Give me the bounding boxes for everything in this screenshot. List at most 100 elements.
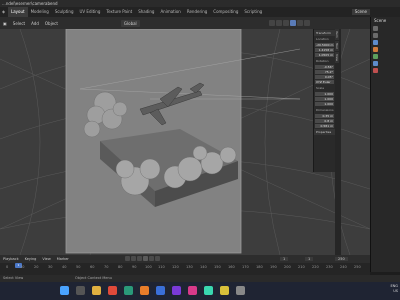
properties-section-header[interactable]: Properties — [314, 129, 335, 135]
timeline-tick: 0 — [6, 265, 9, 269]
location-z-field[interactable]: 1.0505 m — [315, 53, 334, 57]
timeline-tick: 110 — [158, 265, 165, 269]
timeline-view-menu[interactable]: View — [39, 257, 53, 261]
dimensions-label: Dimensions — [316, 108, 334, 112]
app-icon[interactable] — [172, 286, 181, 295]
tab-uv-editing[interactable]: UV Editing — [77, 7, 104, 17]
file-explorer-icon[interactable] — [92, 286, 101, 295]
timeline-tick: 190 — [270, 265, 277, 269]
app-icon[interactable] — [236, 286, 245, 295]
timeline-tick: 60 — [90, 265, 95, 269]
output-properties-icon[interactable] — [373, 33, 378, 38]
app-icon[interactable] — [156, 286, 165, 295]
scale-x-field[interactable]: 1.000 — [315, 92, 334, 96]
rotation-x-field[interactable]: -0.56° — [315, 65, 334, 69]
blender-icon[interactable] — [140, 286, 149, 295]
jump-start-icon[interactable] — [125, 256, 130, 261]
timeline-tick: 230 — [326, 265, 333, 269]
menu-object[interactable]: Object — [42, 21, 61, 26]
status-select: Select View — [3, 276, 24, 280]
tab-scripting[interactable]: Scripting — [241, 7, 265, 17]
timeline[interactable]: 1 0 10 20 30 40 50 60 70 80 90 100 110 1… — [0, 263, 370, 275]
tab-item[interactable]: Item — [335, 29, 339, 40]
system-tray[interactable]: ENG US — [390, 284, 398, 294]
menu-add[interactable]: Add — [28, 21, 42, 26]
menu-select[interactable]: Select — [10, 21, 28, 26]
overlay-icon[interactable] — [269, 20, 275, 26]
chrome-icon[interactable] — [108, 286, 117, 295]
rendered-shading-icon[interactable] — [304, 20, 310, 26]
dimensions-x-field[interactable]: 0.35 m — [315, 114, 334, 118]
timeline-tick: 150 — [214, 265, 221, 269]
tab-sculpting[interactable]: Sculpting — [52, 7, 77, 17]
tab-layout[interactable]: Layout — [8, 7, 28, 17]
location-label: Location — [316, 37, 329, 41]
tab-rendering[interactable]: Rendering — [184, 7, 210, 17]
windows-taskbar: ENG US — [0, 282, 400, 300]
sidebar-n-panel: Transform Location -20.5000 m 1.4158 m 1… — [313, 29, 335, 172]
wireframe-shading-icon[interactable] — [283, 20, 289, 26]
tab-view[interactable]: View — [335, 51, 339, 63]
modifier-properties-icon[interactable] — [373, 61, 378, 66]
tab-tool[interactable]: Tool — [335, 40, 339, 51]
play-reverse-icon[interactable] — [137, 256, 142, 261]
prev-keyframe-icon[interactable] — [131, 256, 136, 261]
edge-icon[interactable] — [124, 286, 133, 295]
xray-icon[interactable] — [276, 20, 282, 26]
scene-properties-icon[interactable] — [373, 40, 378, 45]
dimensions-y-field[interactable]: 0.8 m — [315, 119, 334, 123]
timeline-tick: 180 — [256, 265, 263, 269]
status-bar: Select View Object Context Menu — [0, 275, 400, 282]
timeline-tick: 80 — [118, 265, 123, 269]
start-frame-field[interactable]: 1 — [305, 257, 314, 261]
rotation-y-field[interactable]: 75.2° — [315, 70, 334, 74]
timeline-marker-menu[interactable]: Marker — [54, 257, 72, 261]
timeline-tick: 40 — [62, 265, 67, 269]
scale-label: Scale — [316, 86, 325, 90]
search-icon[interactable] — [76, 286, 85, 295]
object-properties-icon[interactable] — [373, 54, 378, 59]
app-icon[interactable] — [204, 286, 213, 295]
timeline-playback-menu[interactable]: Playback — [0, 257, 22, 261]
timeline-tick: 250 — [354, 265, 361, 269]
material-properties-icon[interactable] — [373, 68, 378, 73]
scale-z-field[interactable]: 1.000 — [315, 102, 334, 106]
playback-controls — [125, 256, 160, 261]
app-icon[interactable] — [220, 286, 229, 295]
tab-modeling[interactable]: Modeling — [28, 7, 52, 17]
world-properties-icon[interactable] — [373, 47, 378, 52]
window-title-bar: ...ndel\eserner\camerabend — [0, 0, 400, 7]
tab-animation[interactable]: Animation — [157, 7, 183, 17]
render-properties-icon[interactable] — [373, 26, 378, 31]
dimensions-z-field[interactable]: 0.581 m — [315, 124, 334, 128]
workspace-icon[interactable]: ◈ — [0, 7, 8, 17]
viewport-header: ▣ Select Add Object Global — [0, 17, 370, 29]
editor-type-icon[interactable]: ▣ — [0, 21, 10, 26]
next-keyframe-icon[interactable] — [149, 256, 154, 261]
start-icon[interactable] — [60, 286, 69, 295]
tab-shading[interactable]: Shading — [135, 7, 157, 17]
timeline-tick: 30 — [48, 265, 53, 269]
region-indicator: US — [393, 289, 398, 293]
play-icon[interactable] — [143, 256, 148, 261]
rotation-mode-dropdown[interactable]: XYZ Euler — [315, 80, 334, 84]
current-frame-field[interactable]: 1 — [280, 257, 289, 261]
material-shading-icon[interactable] — [297, 20, 303, 26]
tab-compositing[interactable]: Compositing — [210, 7, 241, 17]
solid-shading-icon[interactable] — [290, 20, 296, 26]
timeline-header: Playback Keying View Marker 1 1 250 — [0, 255, 370, 263]
location-y-field[interactable]: 1.4158 m — [315, 48, 334, 52]
scene-selector[interactable]: Scene — [351, 9, 370, 15]
tab-texture-paint[interactable]: Texture Paint — [103, 7, 135, 17]
location-x-field[interactable]: -20.5000 m — [315, 43, 334, 47]
rotation-z-field[interactable]: 0.05° — [315, 75, 334, 79]
timeline-tick: 20 — [34, 265, 39, 269]
timeline-keying-menu[interactable]: Keying — [22, 257, 40, 261]
timeline-tick: 120 — [172, 265, 179, 269]
transform-orientation-dropdown[interactable]: Global — [120, 19, 140, 27]
app-icon[interactable] — [188, 286, 197, 295]
workspace-tab-bar: ◈ Layout Modeling Sculpting UV Editing T… — [0, 7, 400, 17]
end-frame-field[interactable]: 250 — [335, 257, 348, 261]
jump-end-icon[interactable] — [155, 256, 160, 261]
scale-y-field[interactable]: 1.000 — [315, 97, 334, 101]
